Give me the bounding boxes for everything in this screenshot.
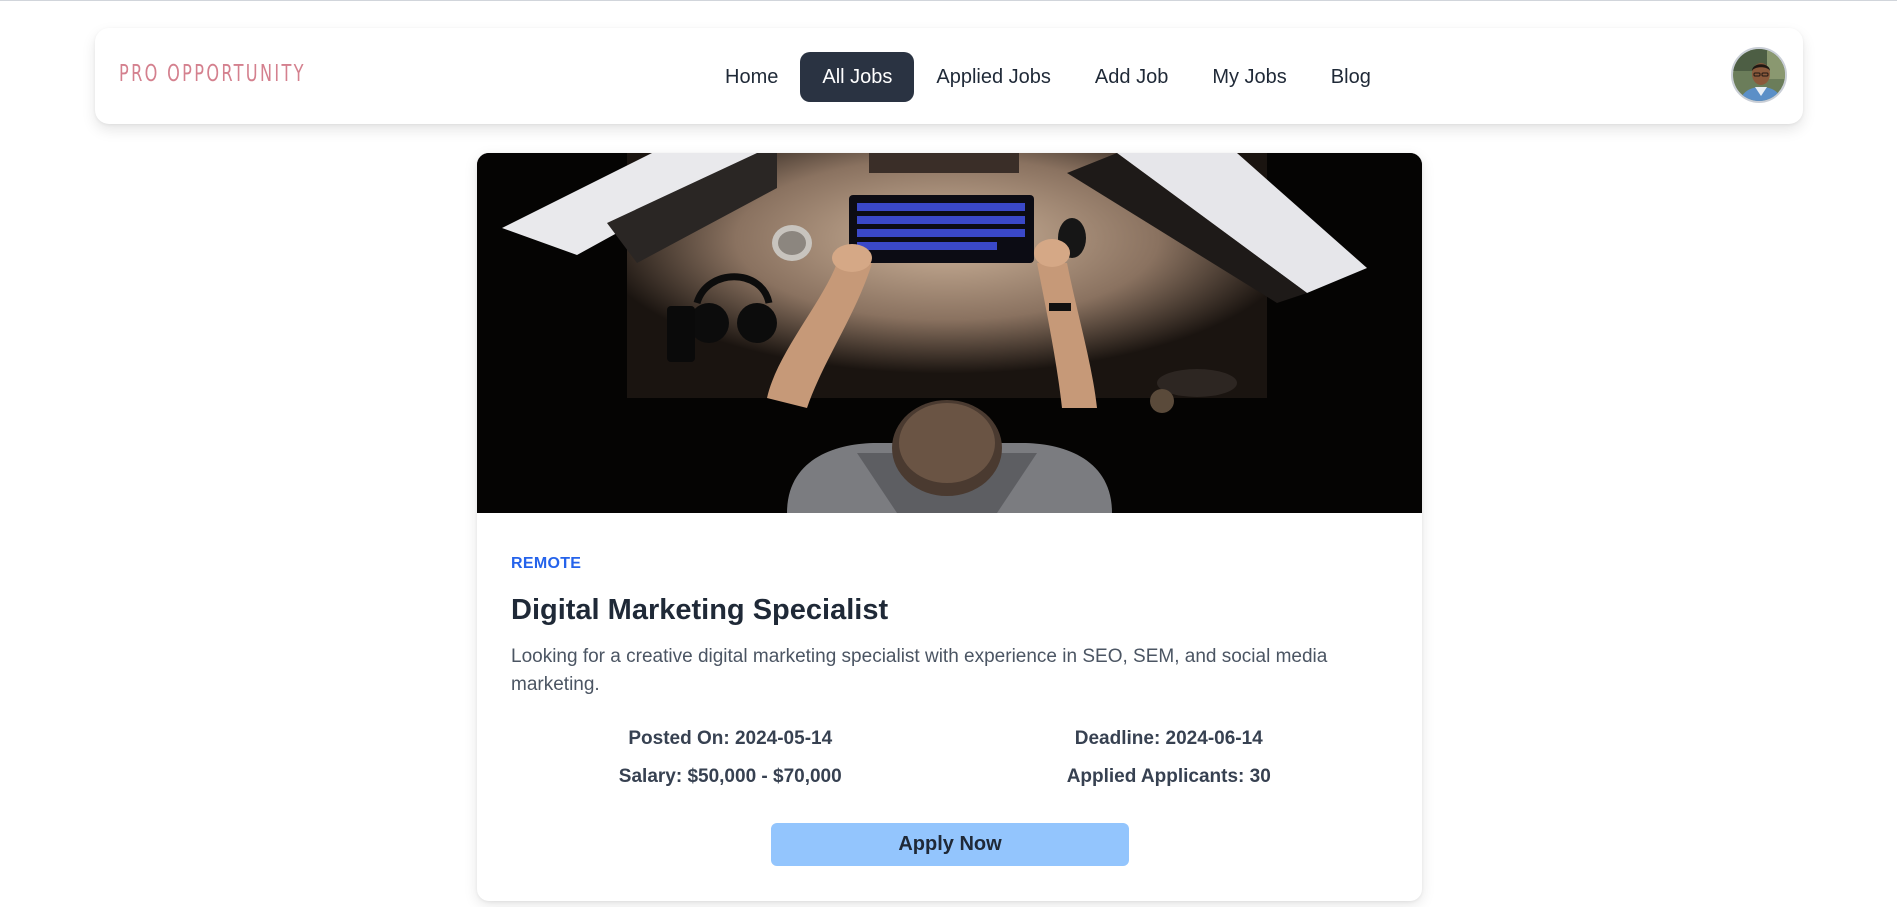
brand-logo[interactable]: PRO OPPORTUNITY: [119, 59, 359, 89]
top-divider: [0, 0, 1897, 1]
job-meta: Posted On: 2024-05-14 Deadline: 2024-06-…: [477, 726, 1422, 790]
workspace-photo-icon: [477, 153, 1422, 513]
user-avatar-icon: [1733, 49, 1785, 101]
nav-my-jobs[interactable]: My Jobs: [1190, 52, 1308, 102]
nav-add-job[interactable]: Add Job: [1073, 52, 1190, 102]
nav-home[interactable]: Home: [703, 52, 800, 102]
job-description: Looking for a creative digital marketing…: [511, 646, 1328, 695]
salary: Salary: $50,000 - $70,000: [618, 766, 842, 787]
posted-on: Posted On: 2024-05-14: [628, 728, 833, 749]
job-title: Digital Marketing Specialist: [511, 594, 889, 626]
job-type-badge: REMOTE: [511, 555, 582, 572]
applied-applicants: Applied Applicants: 30: [1066, 766, 1271, 787]
navbar: PRO OPPORTUNITY Home All Jobs Applied Jo…: [95, 28, 1803, 124]
job-image: [477, 153, 1422, 513]
nav-applied-jobs[interactable]: Applied Jobs: [914, 52, 1073, 102]
brand-logo-text: PRO OPPORTUNITY: [119, 61, 306, 87]
user-avatar[interactable]: [1731, 47, 1787, 103]
nav-all-jobs[interactable]: All Jobs: [800, 52, 915, 102]
main-nav: Home All Jobs Applied Jobs Add Job My Jo…: [703, 52, 1393, 102]
apply-now-button[interactable]: Apply Now: [771, 823, 1129, 866]
job-card: REMOTE Digital Marketing Specialist Look…: [477, 153, 1422, 901]
nav-blog[interactable]: Blog: [1309, 52, 1393, 102]
deadline: Deadline: 2024-06-14: [1074, 728, 1263, 749]
